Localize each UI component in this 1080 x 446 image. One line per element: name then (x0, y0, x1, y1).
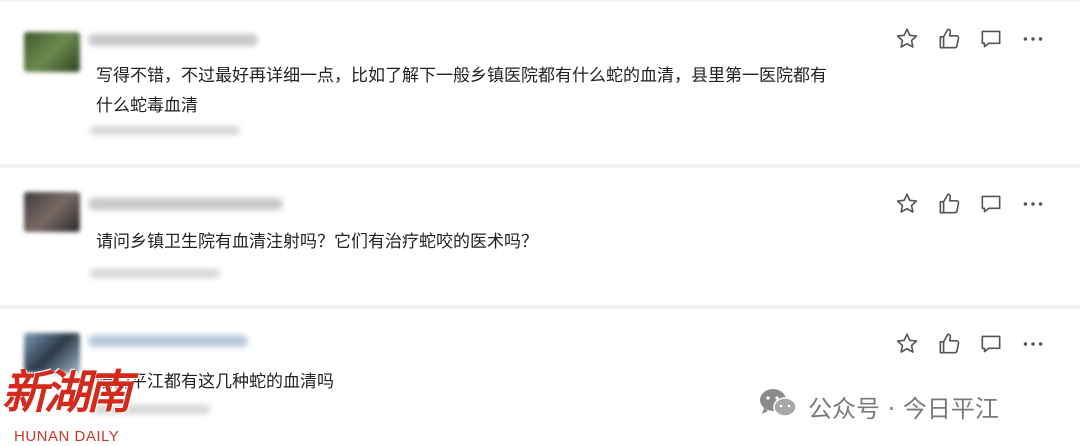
comment-text: 写得不错，不过最好再详细一点，比如了解下一般乡镇医院都有什么蛇的血清，县里第一医… (96, 61, 876, 121)
logo-title: 新湖南 (2, 365, 132, 419)
username-blurred (88, 34, 258, 46)
star-icon[interactable] (894, 331, 920, 357)
star-icon[interactable] (894, 191, 920, 217)
more-icon[interactable] (1020, 26, 1046, 52)
comment-icon[interactable] (978, 26, 1004, 52)
hunan-daily-logo: 新湖南 HUNAN DAILY (0, 356, 165, 446)
comment-card: 写得不错，不过最好再详细一点，比如了解下一般乡镇医院都有什么蛇的血清，县里第一医… (0, 2, 1080, 164)
more-icon[interactable] (1020, 191, 1046, 217)
wechat-watermark: 公众号 · 今日平江 (758, 386, 999, 426)
thumbs-up-icon[interactable] (936, 331, 962, 357)
comment-meta-blurred (90, 269, 220, 278)
thumbs-up-icon[interactable] (936, 26, 962, 52)
comment-actions (894, 191, 1046, 217)
comment-icon[interactable] (978, 191, 1004, 217)
avatar[interactable] (24, 192, 80, 232)
watermark-text: 公众号 · 今日平江 (808, 394, 999, 423)
comment-meta-blurred (90, 126, 240, 135)
comment-text-line: 写得不错，不过最好再详细一点，比如了解下一般乡镇医院都有什么蛇的血清，县里第一医… (96, 66, 827, 86)
comment-icon[interactable] (978, 331, 1004, 357)
star-icon[interactable] (894, 26, 920, 52)
more-icon[interactable] (1020, 331, 1046, 357)
logo-subtitle: HUNAN DAILY (14, 428, 120, 445)
avatar[interactable] (24, 32, 80, 72)
comment-text-line: 什么蛇毒血清 (96, 96, 198, 116)
wechat-icon (758, 386, 798, 426)
comment-card: 请问乡镇卫生院有血清注射吗？它们有治疗蛇咬的医术吗？ (0, 168, 1080, 305)
comment-actions (894, 26, 1046, 52)
comment-text-line: 请问乡镇卫生院有血清注射吗？它们有治疗蛇咬的医术吗？ (96, 232, 538, 252)
comment-actions (894, 331, 1046, 357)
comment-text: 请问乡镇卫生院有血清注射吗？它们有治疗蛇咬的医术吗？ (96, 227, 876, 257)
username-blurred (88, 198, 283, 210)
username-blurred (88, 335, 248, 347)
thumbs-up-icon[interactable] (936, 191, 962, 217)
